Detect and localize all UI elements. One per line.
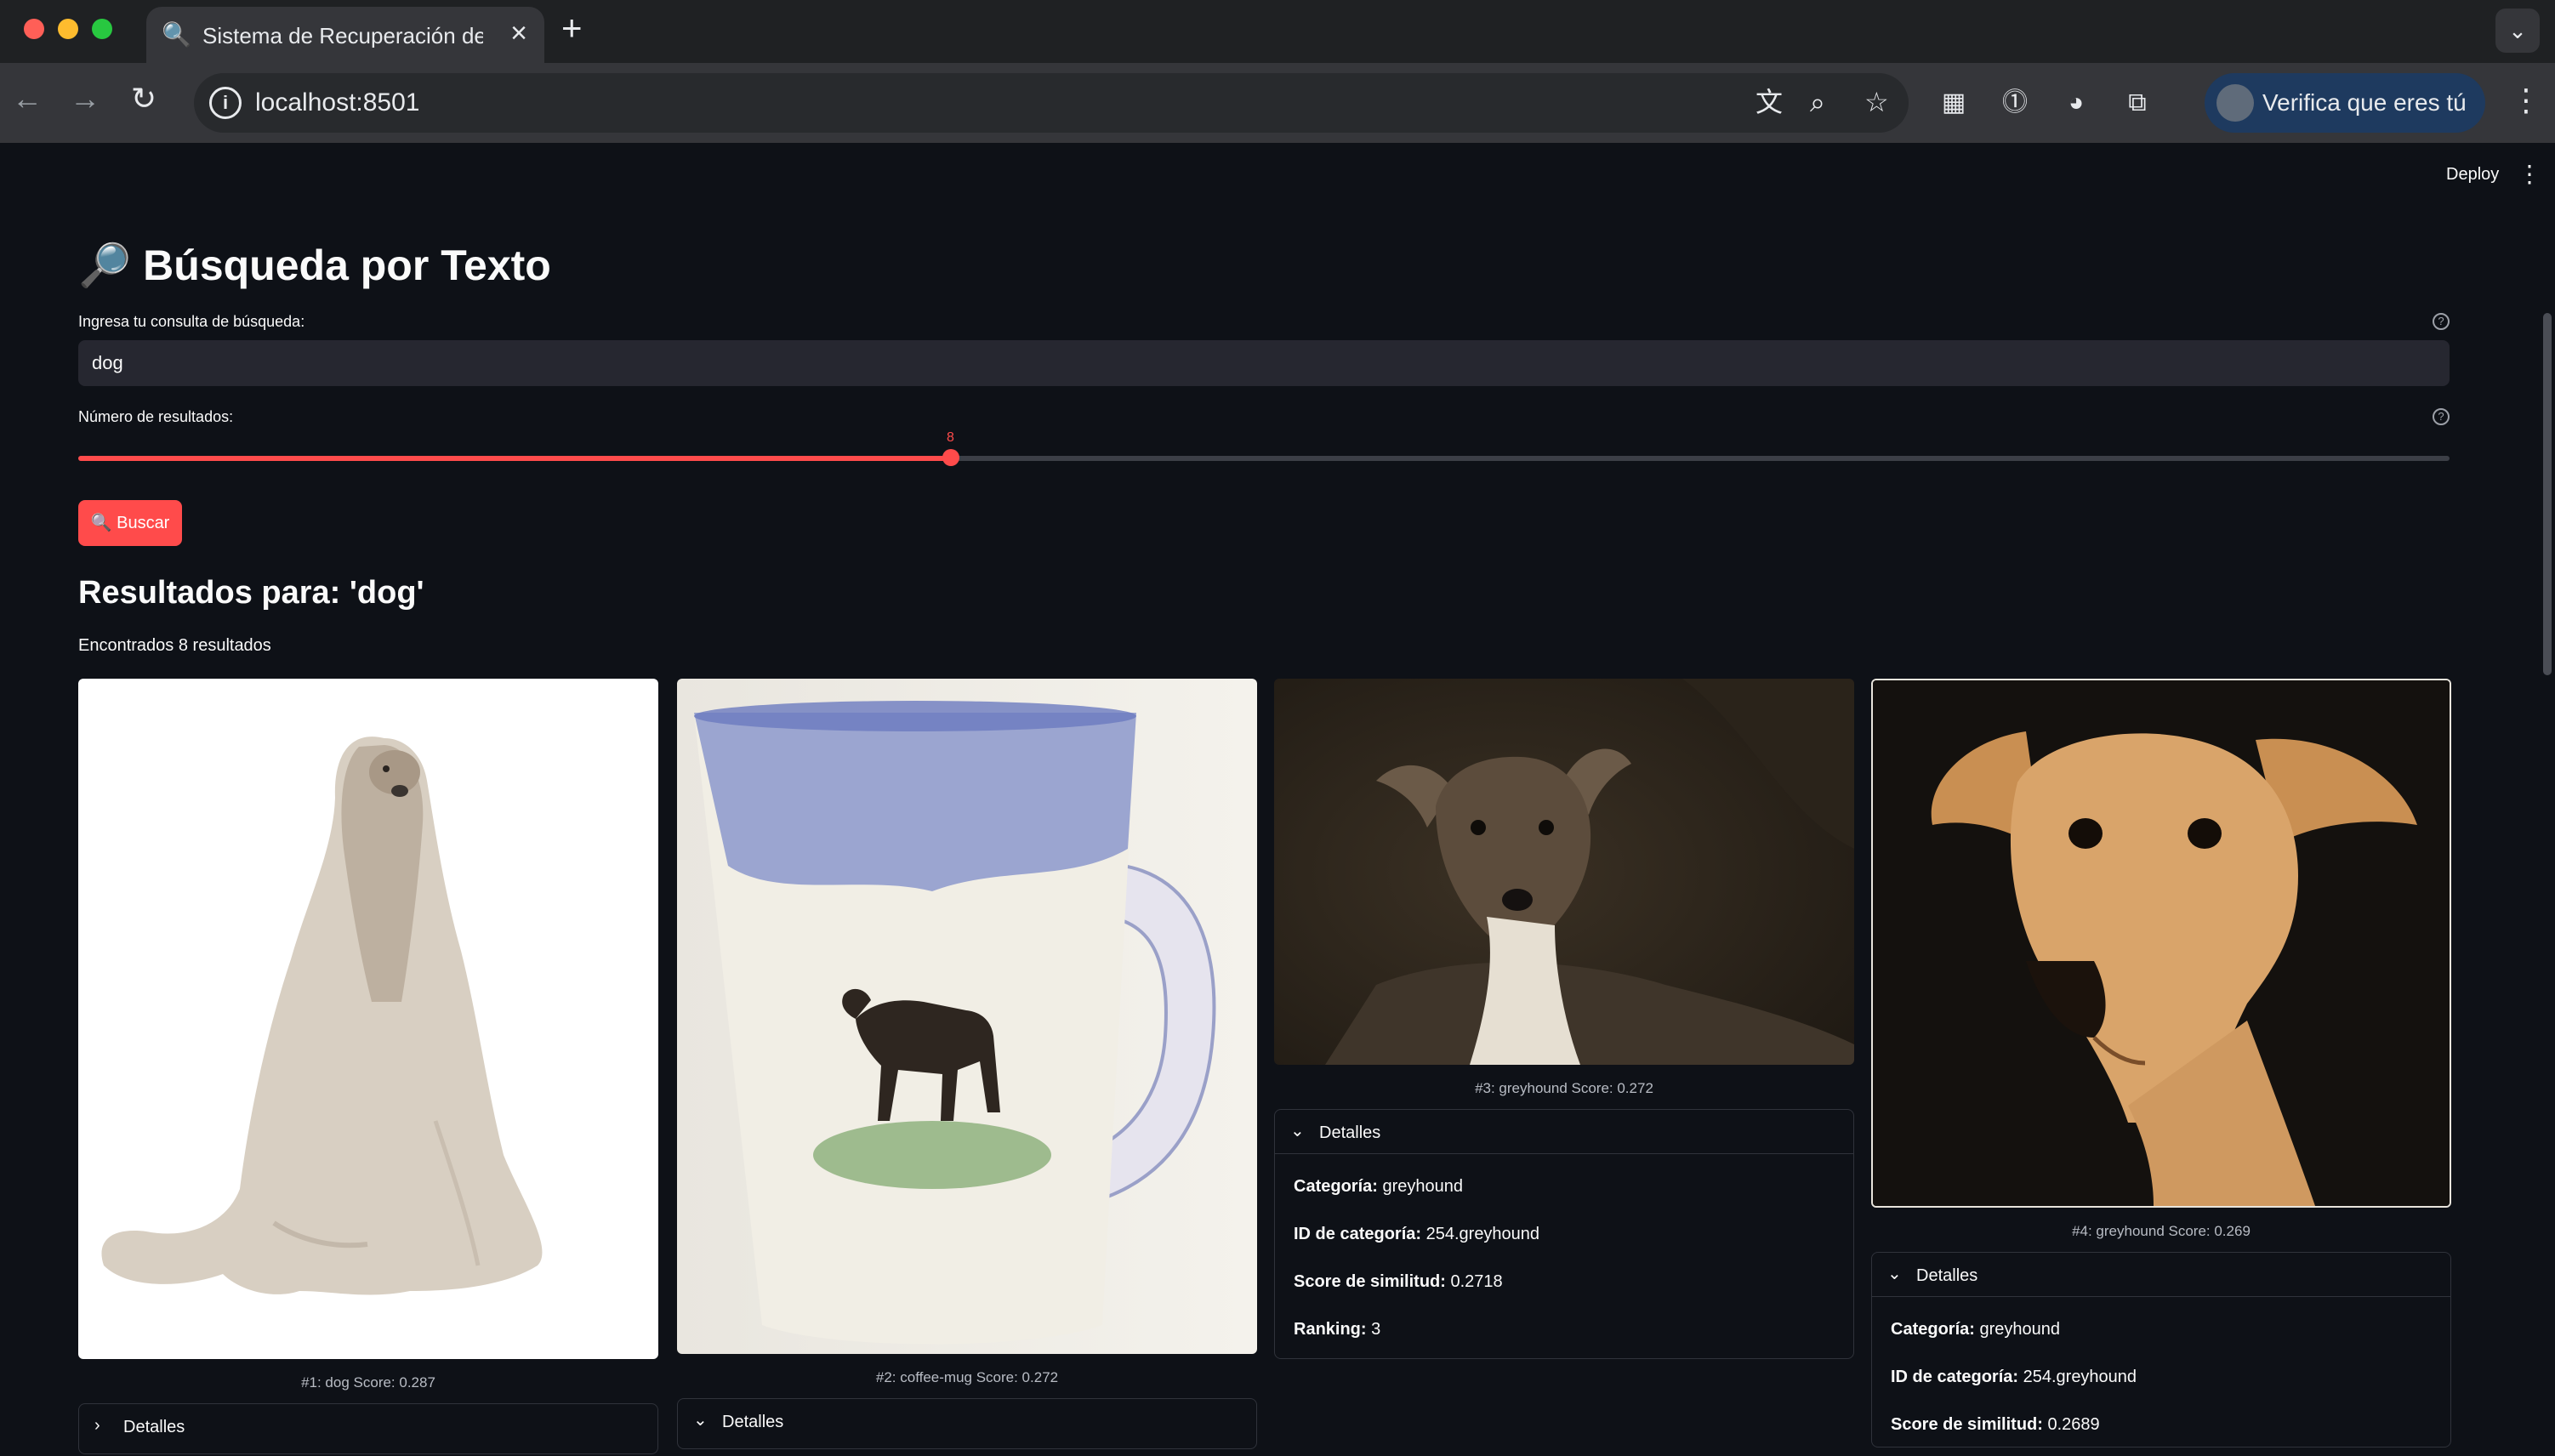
browser-tab[interactable]: 🔍 Sistema de Recuperación de I ×: [146, 7, 544, 63]
browser-menu-icon[interactable]: ⋮: [2511, 83, 2541, 117]
chevron-down-icon: ⌄: [693, 1411, 708, 1430]
result-image-coffee-mug[interactable]: [677, 679, 1257, 1354]
details-expander[interactable]: ⌄ Detalles Categoría: greyhound ID de ca…: [1871, 1252, 2451, 1447]
deploy-button[interactable]: Deploy: [2446, 165, 2499, 185]
profile-button[interactable]: Verifica que eres tú: [2205, 73, 2485, 133]
forward-arrow-icon[interactable]: →: [70, 82, 100, 116]
results-count: Encontrados 8 resultados: [78, 636, 271, 655]
detail-category-id: ID de categoría: 254.greyhound: [1891, 1368, 2137, 1386]
browser-chrome: 🔍 Sistema de Recuperación de I × + ⌄ ← →…: [0, 0, 2555, 143]
detail-ranking: Ranking: 3: [1294, 1320, 1381, 1339]
chevron-down-icon: ⌄: [1290, 1122, 1305, 1140]
results-slider[interactable]: [78, 456, 2450, 461]
result-image-greyhound-2[interactable]: [1871, 679, 2451, 1208]
chevron-right-icon: ›: [94, 1416, 100, 1435]
result-caption: #1: dog Score: 0.287: [301, 1374, 435, 1391]
num-results-help-icon[interactable]: ?: [2433, 408, 2450, 425]
page-title-text: Búsqueda por Texto: [143, 242, 551, 289]
page-title: 🔎 Búsqueda por Texto: [78, 240, 551, 291]
search-input[interactable]: [78, 340, 2450, 386]
new-tab-icon[interactable]: +: [561, 10, 583, 46]
result-caption: #2: coffee-mug Score: 0.272: [875, 1369, 1059, 1385]
close-window-button[interactable]: [24, 19, 44, 39]
wallet-extension-icon[interactable]: ◕: [2060, 87, 2092, 119]
details-expander[interactable]: ⌄ Detalles Categoría: greyhound ID de ca…: [1274, 1109, 1854, 1359]
tab-strip: 🔍 Sistema de Recuperación de I × + ⌄: [0, 0, 2555, 63]
browser-toolbar: ← → ↻ i localhost:8501 文 ⌕ ☆ ▦ ⓵ ◕ ⧉ Ver…: [0, 63, 2555, 143]
result-image-dog[interactable]: [78, 679, 658, 1359]
app-viewport: Deploy ⋮ 🔎 Búsqueda por Texto Ingresa tu…: [0, 143, 2555, 1456]
tab-search-chevron-icon[interactable]: ⌄: [2495, 9, 2540, 53]
details-expander[interactable]: › Detalles: [78, 1403, 658, 1454]
slider-fill: [78, 456, 951, 461]
password-manager-extension-icon[interactable]: ⓵: [1999, 87, 2031, 119]
expander-header[interactable]: ⌄ Detalles: [1275, 1110, 1853, 1154]
chevron-down-icon: ⌄: [1887, 1265, 1902, 1283]
expander-label: Detalles: [1916, 1266, 1978, 1285]
expander-label: Detalles: [123, 1418, 185, 1436]
search-button[interactable]: 🔍 Buscar: [78, 500, 182, 546]
num-results-label: Número de resultados:: [78, 408, 234, 425]
results-heading: Resultados para: 'dog': [78, 575, 424, 611]
tab-title: Sistema de Recuperación de I: [202, 24, 483, 48]
detail-category: Categoría: greyhound: [1891, 1320, 2060, 1339]
expander-label: Detalles: [1319, 1123, 1381, 1142]
detail-category-id: ID de categoría: 254.greyhound: [1294, 1225, 1540, 1243]
magnifier-icon: 🔎: [78, 242, 132, 289]
url-text[interactable]: localhost:8501: [255, 88, 419, 117]
bookmark-star-icon[interactable]: ☆: [1864, 87, 1889, 117]
slider-value: 8: [947, 430, 954, 445]
expander-label: Detalles: [722, 1413, 784, 1431]
back-arrow-icon[interactable]: ←: [12, 82, 43, 116]
result-image-greyhound[interactable]: [1274, 679, 1854, 1065]
reload-icon[interactable]: ↻: [131, 82, 156, 116]
slider-thumb[interactable]: [942, 449, 959, 466]
magnifier-favicon-icon: 🔍: [162, 21, 191, 48]
app-menu-icon[interactable]: ⋮: [2518, 160, 2541, 188]
details-expander[interactable]: ⌄ Detalles: [677, 1398, 1257, 1449]
profile-label: Verifica que eres tú: [2262, 89, 2467, 116]
maximize-window-button[interactable]: [92, 19, 112, 39]
address-bar[interactable]: i localhost:8501 文 ⌕ ☆: [194, 73, 1909, 133]
page-scrollbar[interactable]: [2543, 313, 2552, 675]
avatar: [2216, 84, 2254, 122]
query-help-icon[interactable]: ?: [2433, 313, 2450, 330]
expander-body: Categoría: greyhound ID de categoría: 25…: [1872, 1297, 2450, 1448]
translate-icon[interactable]: 文: [1755, 87, 1783, 117]
result-caption: #4: greyhound Score: 0.269: [2072, 1223, 2251, 1239]
expander-header[interactable]: ⌄ Detalles: [1872, 1253, 2450, 1297]
extensions-puzzle-icon[interactable]: ⧉: [2121, 87, 2154, 119]
expander-header[interactable]: › Detalles: [79, 1404, 657, 1448]
detail-similarity-score: Score de similitud: 0.2689: [1891, 1415, 2100, 1434]
expander-body: Categoría: greyhound ID de categoría: 25…: [1275, 1154, 1853, 1353]
detail-category: Categoría: greyhound: [1294, 1177, 1463, 1196]
qr-code-extension-icon[interactable]: ▦: [1938, 87, 1970, 119]
detail-similarity-score: Score de similitud: 0.2718: [1294, 1272, 1503, 1291]
close-tab-icon[interactable]: ×: [510, 19, 527, 48]
query-label: Ingresa tu consulta de búsqueda:: [78, 313, 305, 330]
zoom-icon[interactable]: ⌕: [1810, 87, 1825, 117]
site-info-icon[interactable]: i: [209, 87, 242, 119]
expander-header[interactable]: ⌄ Detalles: [678, 1399, 1256, 1443]
result-caption: #3: greyhound Score: 0.272: [1475, 1080, 1653, 1096]
minimize-window-button[interactable]: [58, 19, 78, 39]
